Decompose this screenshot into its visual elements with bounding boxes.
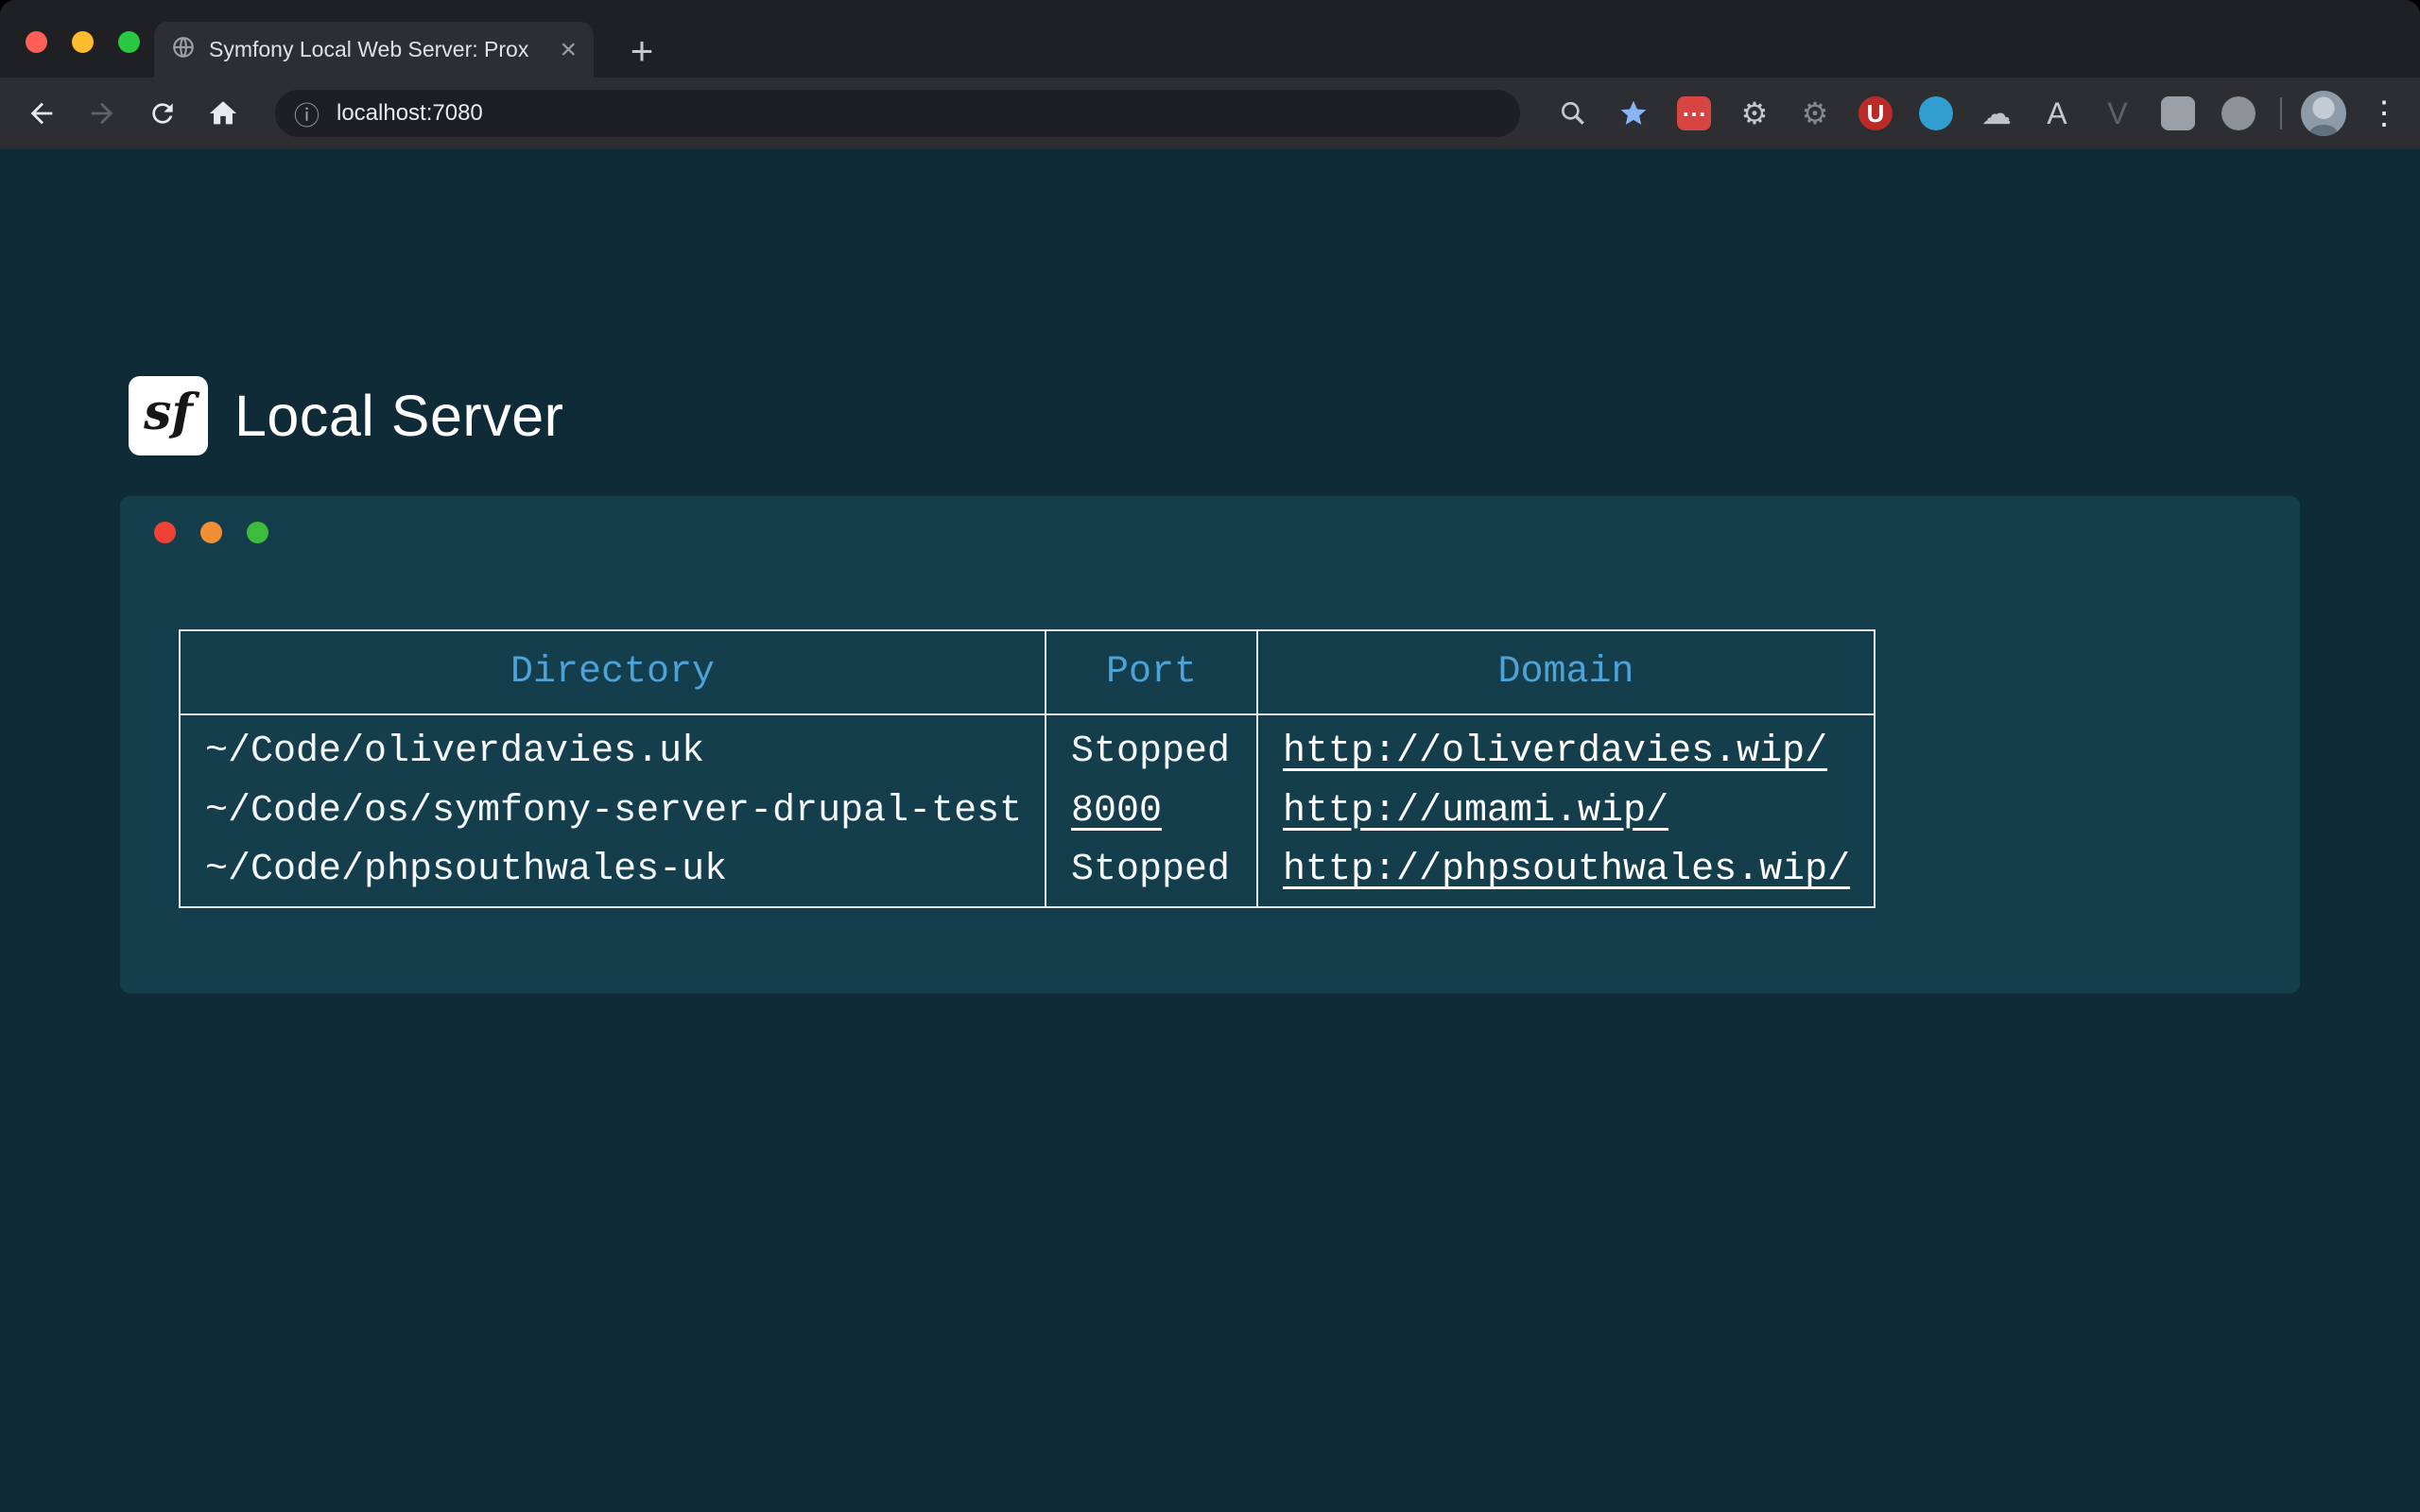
- card-red-dot: [154, 522, 176, 543]
- macos-close-button[interactable]: [26, 31, 47, 53]
- zoom-magnifier-icon[interactable]: [1543, 83, 1603, 144]
- extension-letter-v-icon[interactable]: V: [2087, 83, 2148, 144]
- extension-cog-dark-icon[interactable]: ⚙: [1785, 83, 1845, 144]
- proxy-table: Directory Port Domain ~/Code/oliverdavie…: [179, 629, 1876, 908]
- star-shape: [1621, 101, 1647, 125]
- browser-tab[interactable]: Symfony Local Web Server: Prox ×: [154, 22, 594, 77]
- tab-strip: Symfony Local Web Server: Prox × +: [0, 0, 2420, 77]
- symfony-logo: sf: [129, 376, 208, 455]
- brand-header: sf Local Server: [129, 376, 563, 455]
- column-header-port: Port: [1046, 630, 1257, 714]
- favicon-globe-icon: [171, 35, 196, 64]
- port-link[interactable]: 8000: [1071, 790, 1162, 833]
- card-orange-dot: [200, 522, 222, 543]
- site-info-icon[interactable]: ⓘ: [294, 95, 320, 132]
- table-row: ~/Code/phpsouthwales-uk Stopped http://p…: [180, 843, 1875, 907]
- url-text: localhost:7080: [337, 100, 483, 127]
- page-title: Local Server: [234, 383, 563, 449]
- extension-letter-a-icon[interactable]: A: [2027, 83, 2087, 144]
- home-button[interactable]: [193, 83, 253, 144]
- toolbar-separator: [2280, 97, 2282, 129]
- directory-cell: ~/Code/phpsouthwales-uk: [180, 843, 1046, 907]
- extension-generic-icon[interactable]: [2148, 83, 2208, 144]
- table-row: ~/Code/oliverdavies.uk Stopped http://ol…: [180, 714, 1875, 779]
- reload-button[interactable]: [132, 83, 193, 144]
- server-card: Directory Port Domain ~/Code/oliverdavie…: [120, 496, 2300, 993]
- extension-red-dots-icon[interactable]: ⋯: [1664, 83, 1724, 144]
- new-tab-button[interactable]: +: [616, 26, 667, 77]
- profile-avatar[interactable]: [2293, 83, 2354, 144]
- address-bar[interactable]: ⓘ localhost:7080: [275, 90, 1520, 137]
- column-header-domain: Domain: [1257, 630, 1875, 714]
- bookmark-star-icon[interactable]: [1603, 83, 1664, 144]
- page-body: sf Local Server Directory Port Domain: [0, 149, 2420, 1512]
- browser-window: Symfony Local Web Server: Prox × + ⓘ loc…: [0, 0, 2420, 1512]
- table-header-row: Directory Port Domain: [180, 630, 1875, 714]
- extension-github-icon[interactable]: [2208, 83, 2269, 144]
- forward-button[interactable]: [72, 83, 132, 144]
- port-status-cell: Stopped: [1046, 843, 1257, 907]
- domain-link[interactable]: http://umami.wip/: [1283, 790, 1668, 833]
- extension-ublock-icon[interactable]: U: [1845, 83, 1906, 144]
- browser-menu-icon[interactable]: ⋮: [2354, 83, 2414, 144]
- tab-title: Symfony Local Web Server: Prox: [209, 37, 546, 62]
- table-row: ~/Code/os/symfony-server-drupal-test 800…: [180, 779, 1875, 843]
- macos-window-controls: [26, 31, 140, 53]
- domain-link[interactable]: http://phpsouthwales.wip/: [1283, 849, 1850, 891]
- extension-blue-circle-icon[interactable]: [1906, 83, 1966, 144]
- port-status-cell: Stopped: [1046, 714, 1257, 779]
- browser-toolbar: ⓘ localhost:7080 ⋯ ⚙ ⚙ U ☁ A V ⋮: [0, 77, 2420, 149]
- tab-close-icon[interactable]: ×: [560, 36, 577, 64]
- card-window-dots: [154, 522, 268, 543]
- card-green-dot: [247, 522, 268, 543]
- macos-minimize-button[interactable]: [72, 31, 94, 53]
- directory-cell: ~/Code/oliverdavies.uk: [180, 714, 1046, 779]
- domain-link[interactable]: http://oliverdavies.wip/: [1283, 730, 1827, 773]
- directory-cell: ~/Code/os/symfony-server-drupal-test: [180, 779, 1046, 843]
- back-button[interactable]: [11, 83, 72, 144]
- extension-gear-icon[interactable]: ⚙: [1724, 83, 1785, 144]
- column-header-directory: Directory: [180, 630, 1046, 714]
- macos-zoom-button[interactable]: [118, 31, 140, 53]
- extension-cloud-icon[interactable]: ☁: [1966, 83, 2027, 144]
